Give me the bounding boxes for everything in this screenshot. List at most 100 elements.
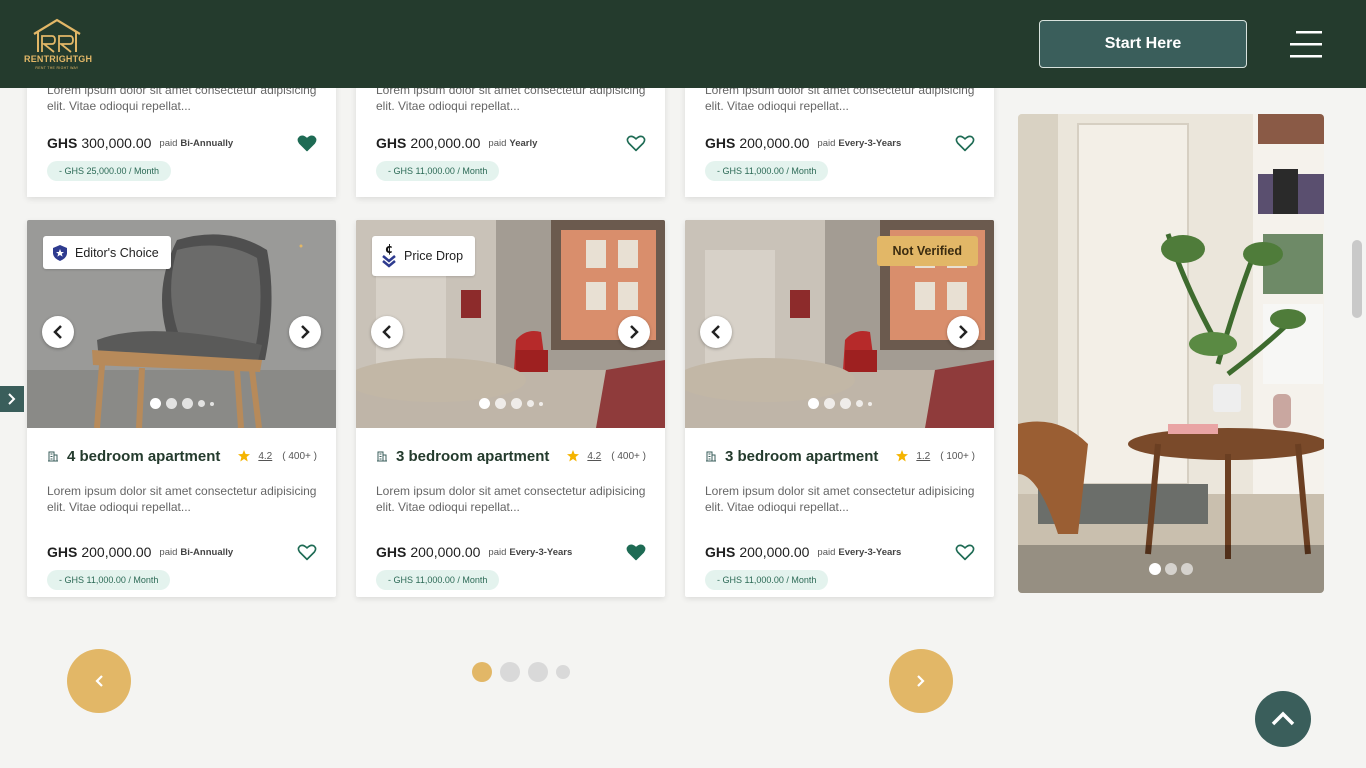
page-dot[interactable] (500, 662, 520, 682)
image-dot[interactable] (165, 398, 177, 409)
scroll-to-top-button[interactable] (1255, 691, 1311, 747)
image-dot[interactable] (1165, 563, 1177, 575)
monthly-price-badge: - GHS 11,000.00 / Month (705, 161, 829, 181)
page-dot[interactable] (472, 662, 492, 682)
building-icon (706, 451, 716, 462)
heart-icon[interactable] (626, 134, 646, 152)
image-dot[interactable] (197, 400, 205, 407)
image-dot[interactable] (1181, 563, 1193, 575)
rating: 4.2 ( 400+ ) (238, 450, 317, 462)
heart-icon[interactable] (297, 543, 317, 561)
listing-image-carousel[interactable]: Editor's Choice (27, 220, 336, 428)
living-room-photo (1018, 114, 1324, 593)
price-period: Yearly (509, 137, 538, 149)
start-here-button[interactable]: Start Here (1039, 20, 1247, 68)
image-next-button[interactable] (947, 316, 979, 348)
image-dot[interactable] (855, 400, 863, 407)
building-icon (377, 451, 387, 462)
listing-title-row: 3 bedroom apartment 4.2 ( 400+ ) (376, 446, 646, 466)
listing-card[interactable]: Not Verified 3 bedroom apartment 1.2 ( 1… (685, 220, 994, 597)
image-dot[interactable] (839, 398, 851, 409)
image-dot[interactable] (494, 398, 506, 409)
image-dot[interactable] (526, 400, 534, 407)
next-page-button[interactable] (889, 649, 953, 713)
chevron-left-icon (95, 675, 103, 687)
image-dot[interactable] (823, 398, 835, 409)
image-dot[interactable] (1149, 563, 1161, 575)
image-dot[interactable] (867, 401, 872, 406)
image-dot[interactable] (181, 398, 193, 409)
price-period: Bi-Annually (180, 137, 234, 149)
image-next-button[interactable] (618, 316, 650, 348)
listing-image-carousel[interactable]: ¢ Price Drop (356, 220, 665, 428)
rating-score[interactable]: 4.2 (587, 451, 601, 462)
editors-choice-badge: Editor's Choice (43, 236, 171, 269)
rating-score[interactable]: 1.2 (916, 451, 930, 462)
page-dot[interactable] (556, 665, 570, 679)
price-period-label: paid (817, 137, 836, 149)
price-period: Every-3-Years (838, 546, 902, 558)
price-period-label: paid (159, 137, 178, 149)
listing-description: Lorem ipsum dolor sit amet consectetur a… (705, 484, 975, 514)
previous-page-button[interactable] (67, 649, 131, 713)
star-icon (238, 450, 251, 462)
chevron-left-icon (382, 325, 391, 339)
price-row: GHS 200,000.00 paid Every-3-Years (705, 542, 975, 562)
chevron-left-icon (711, 325, 720, 339)
image-prev-button[interactable] (42, 316, 74, 348)
price-amount: 200,000.00 (410, 544, 481, 560)
image-dot[interactable] (538, 401, 543, 406)
image-dot[interactable] (478, 398, 490, 409)
image-prev-button[interactable] (700, 316, 732, 348)
price-drop-icon: ¢ (382, 243, 396, 268)
price-amount: 200,000.00 (739, 135, 810, 151)
heart-icon[interactable] (955, 543, 975, 561)
image-dot[interactable] (209, 401, 214, 406)
logo-text: RENTRIGHTGH (24, 54, 93, 64)
listing-card[interactable]: Lorem ipsum dolor sit amet consectetur a… (356, 70, 665, 197)
scrollbar-thumb[interactable] (1352, 240, 1362, 318)
heart-icon[interactable] (626, 543, 646, 561)
image-dot[interactable] (149, 398, 161, 409)
image-prev-button[interactable] (371, 316, 403, 348)
rating-score[interactable]: 4.2 (258, 451, 272, 462)
chevron-right-icon (917, 675, 925, 687)
chevron-up-icon (1271, 711, 1295, 726)
listing-card[interactable]: Editor's Choice 4 bedroom apartment 4.2 … (27, 220, 336, 597)
side-drawer-toggle[interactable] (0, 386, 24, 412)
badge-label: Editor's Choice (75, 245, 159, 260)
listing-card[interactable]: Lorem ipsum dolor sit amet consectetur a… (685, 70, 994, 197)
image-dot[interactable] (510, 398, 522, 409)
image-dot[interactable] (807, 398, 819, 409)
listing-title[interactable]: 3 bedroom apartment (396, 448, 567, 465)
listing-title-row: 4 bedroom apartment 4.2 ( 400+ ) (47, 446, 317, 466)
listing-title[interactable]: 3 bedroom apartment (725, 448, 896, 465)
page-dot[interactable] (528, 662, 548, 682)
site-logo[interactable]: RENTRIGHTGH RENT THE RIGHT WAY (24, 16, 93, 72)
monthly-price-badge: - GHS 25,000.00 / Month (47, 161, 172, 181)
rating-count: ( 400+ ) (611, 450, 646, 462)
rating: 4.2 ( 400+ ) (567, 450, 646, 462)
image-next-button[interactable] (289, 316, 321, 348)
price-period: Every-3-Years (838, 137, 902, 149)
price-amount: 200,000.00 (739, 544, 810, 560)
chevron-right-icon (8, 393, 16, 405)
monthly-price-badge: - GHS 11,000.00 / Month (47, 570, 171, 590)
listing-card[interactable]: Lorem ipsum dolor sit amet consectetur a… (27, 70, 336, 197)
hamburger-icon[interactable] (1290, 29, 1324, 59)
monthly-price-badge: - GHS 11,000.00 / Month (376, 570, 500, 590)
heart-icon[interactable] (297, 134, 317, 152)
rating: 1.2 ( 100+ ) (896, 450, 975, 462)
listing-card[interactable]: ¢ Price Drop 3 bedroom apartment 4.2 (4… (356, 220, 665, 597)
heart-icon[interactable] (955, 134, 975, 152)
not-verified-badge: Not Verified (876, 236, 978, 266)
side-image-carousel[interactable] (1018, 114, 1324, 593)
price-period: Bi-Annually (180, 546, 234, 558)
rating-count: ( 100+ ) (940, 450, 975, 462)
listing-image-carousel[interactable]: Not Verified (685, 220, 994, 428)
logo-house-icon (33, 18, 81, 53)
listing-title[interactable]: 4 bedroom apartment (67, 448, 238, 465)
side-image-dots (1018, 563, 1324, 575)
chevron-right-icon (630, 325, 639, 339)
price-period-label: paid (817, 546, 836, 558)
